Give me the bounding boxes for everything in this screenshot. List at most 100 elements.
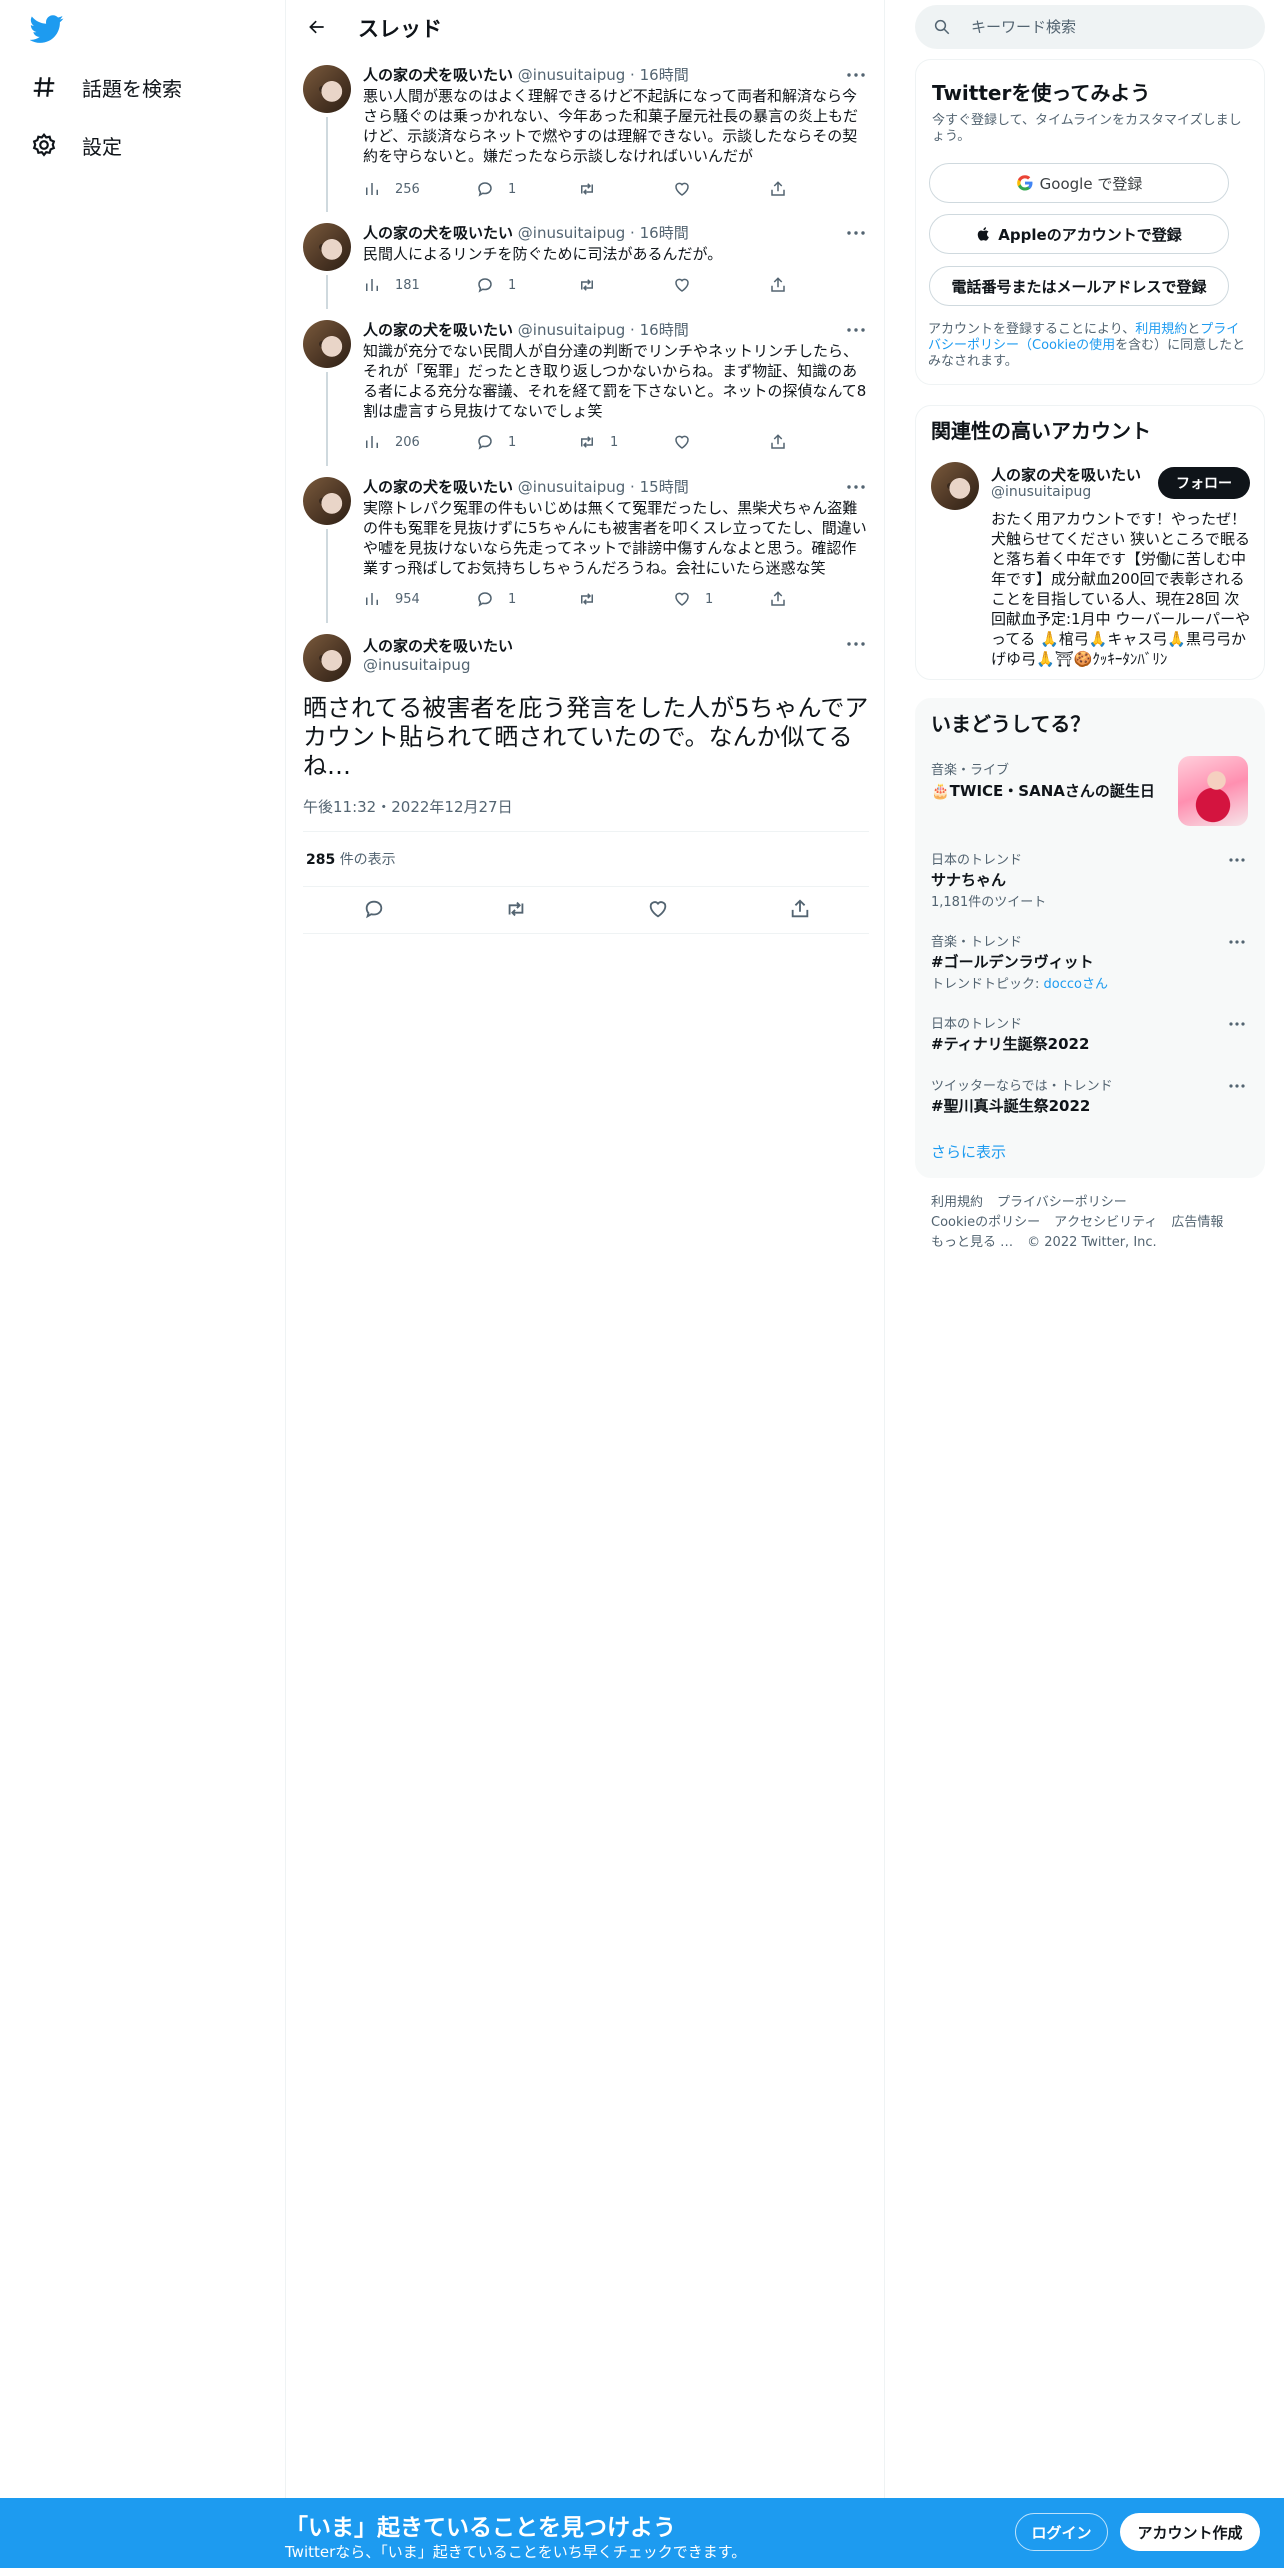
trend-item[interactable]: 日本のトレンド #ティナリ生誕祭2022: [915, 1005, 1265, 1061]
share-button[interactable]: [769, 177, 787, 201]
reply-button[interactable]: 1: [476, 587, 516, 611]
tweet-text: 民間人によるリンチを防ぐために司法があるんだが。: [363, 245, 723, 263]
like-button[interactable]: 1: [673, 587, 713, 611]
reply-button[interactable]: [363, 897, 385, 921]
footer-link[interactable]: プライバシーポリシー: [997, 1195, 1127, 1210]
trend-name: 🎂TWICE・SANAさんの誕生日: [931, 782, 1155, 800]
avatar[interactable]: [303, 477, 351, 525]
reply-button[interactable]: 1: [476, 430, 516, 454]
author-handle[interactable]: @inusuitaipug: [518, 224, 625, 242]
thread-tweet[interactable]: 人の家の犬を吸いたい @inusuitaipug · 16時間 知識が充分でない…: [286, 307, 886, 466]
more-options-icon[interactable]: [1225, 1016, 1249, 1032]
nav-explore[interactable]: 話題を検索: [30, 65, 182, 109]
footer-link[interactable]: Cookieのポリシー: [931, 1215, 1040, 1230]
banner-subtitle: Twitterなら、「いま」起きていることをいち早くチェックできます。: [285, 2543, 747, 2561]
tweet-time[interactable]: 16時間: [640, 66, 689, 84]
avatar[interactable]: [931, 462, 979, 510]
avatar[interactable]: [303, 320, 351, 368]
trend-item[interactable]: 音楽・トレンド #ゴールデンラヴィット トレンドトピック: doccoさん: [915, 923, 1265, 993]
trend-item[interactable]: ツイッターならでは・トレンド #聖川真斗誕生祭2022: [915, 1067, 1265, 1123]
author-handle[interactable]: @inusuitaipug: [518, 321, 625, 339]
share-button[interactable]: [789, 897, 811, 921]
author-name[interactable]: 人の家の犬を吸いたい: [363, 321, 513, 339]
retweet-button[interactable]: 1: [578, 430, 618, 454]
retweet-button[interactable]: [578, 273, 596, 297]
retweet-button[interactable]: [578, 177, 596, 201]
tweet-text: 実際トレパク冤罪の件もいじめは無くて冤罪だったし、黒柴犬ちゃん盗難の件も冤罪を見…: [363, 499, 867, 577]
nav-settings[interactable]: 設定: [30, 123, 122, 167]
back-button[interactable]: [300, 10, 334, 44]
more-options-icon[interactable]: [842, 477, 870, 497]
trend-category: 日本のトレンド: [931, 1017, 1023, 1032]
views-button[interactable]: 256: [363, 177, 420, 201]
reply-button[interactable]: 1: [476, 177, 516, 201]
share-icon: [771, 277, 785, 292]
views-count: 181: [395, 277, 420, 293]
login-button[interactable]: ログイン: [1015, 2513, 1108, 2551]
tweet-time[interactable]: 16時間: [640, 321, 689, 339]
more-options-icon[interactable]: [842, 320, 870, 340]
signup-title: Twitterを使ってみよう: [932, 81, 1151, 105]
create-account-button[interactable]: アカウント作成: [1120, 2513, 1260, 2551]
retweet-button[interactable]: [505, 897, 527, 921]
footer-link[interactable]: もっと見る …: [931, 1235, 1013, 1250]
author-name[interactable]: 人の家の犬を吸いたい: [363, 478, 513, 496]
footer-link[interactable]: アクセシビリティ: [1054, 1215, 1157, 1230]
follow-button[interactable]: フォロー: [1158, 467, 1250, 499]
like-button[interactable]: [647, 897, 669, 921]
avatar[interactable]: [303, 634, 351, 682]
more-options-icon[interactable]: [842, 634, 870, 654]
trend-topic: トレンドトピック: doccoさん: [931, 977, 1108, 992]
author-name[interactable]: 人の家の犬を吸いたい: [363, 66, 513, 84]
footer-link[interactable]: 利用規約: [931, 1195, 983, 1210]
author-name[interactable]: 人の家の犬を吸いたい: [363, 224, 513, 242]
more-options-icon[interactable]: [1225, 852, 1249, 868]
apple-signup-button[interactable]: Appleのアカウントで登録: [929, 214, 1229, 254]
google-signup-button[interactable]: Google で登録: [929, 163, 1229, 203]
phone-email-signup-button[interactable]: 電話番号またはメールアドレスで登録: [929, 266, 1229, 306]
tweet-time[interactable]: 16時間: [640, 224, 689, 242]
related-account-name[interactable]: 人の家の犬を吸いたい: [991, 464, 1141, 485]
views-button[interactable]: 206: [363, 430, 420, 454]
thread-tweet[interactable]: 人の家の犬を吸いたい @inusuitaipug · 16時間 民間人によるリン…: [286, 210, 886, 309]
views-button[interactable]: 181: [363, 273, 420, 297]
share-button[interactable]: [769, 273, 787, 297]
tweet-timestamp[interactable]: 午後11:32・2022年12月27日: [303, 796, 513, 817]
show-more-link[interactable]: さらに表示: [931, 1141, 1006, 1162]
author-handle[interactable]: @inusuitaipug: [518, 66, 625, 84]
search-icon: [934, 19, 950, 35]
tweet-actions: 954 1 1: [363, 587, 793, 611]
author-handle[interactable]: @inusuitaipug: [518, 478, 625, 496]
author-name[interactable]: 人の家の犬を吸いたい: [363, 637, 513, 655]
views-summary: 285 件の表示: [306, 849, 396, 869]
more-options-icon[interactable]: [1225, 934, 1249, 950]
search-input[interactable]: [971, 18, 1231, 36]
like-button[interactable]: [673, 430, 691, 454]
reply-button[interactable]: 1: [476, 273, 516, 297]
trend-topic-link[interactable]: doccoさん: [1044, 977, 1108, 992]
avatar[interactable]: [303, 65, 351, 113]
focused-tweet: 人の家の犬を吸いたい @inusuitaipug: [286, 621, 886, 941]
trend-item[interactable]: 日本のトレンド サナちゃん 1,181件のツイート: [915, 841, 1265, 911]
terms-link[interactable]: 利用規約: [1135, 322, 1187, 337]
like-button[interactable]: [673, 273, 691, 297]
author-handle[interactable]: @inusuitaipug: [363, 656, 470, 674]
more-options-icon[interactable]: [1225, 1078, 1249, 1094]
like-button[interactable]: [673, 177, 691, 201]
related-account-handle[interactable]: @inusuitaipug: [991, 484, 1091, 500]
twitter-bird-icon[interactable]: [29, 12, 66, 48]
more-options-icon[interactable]: [842, 223, 870, 243]
share-button[interactable]: [769, 587, 787, 611]
thread-tweet[interactable]: 人の家の犬を吸いたい @inusuitaipug · 15時間 実際トレパク冤罪…: [286, 464, 886, 623]
avatar[interactable]: [303, 223, 351, 271]
footer-link[interactable]: 広告情報: [1171, 1215, 1223, 1230]
thread-tweet[interactable]: 人の家の犬を吸いたい @inusuitaipug · 16時間 悪い人間が悪なの…: [286, 53, 886, 212]
tweet-time[interactable]: 15時間: [640, 478, 689, 496]
search-bar[interactable]: [915, 5, 1265, 49]
more-options-icon[interactable]: [842, 65, 870, 85]
trend-name: #ゴールデンラヴィット: [931, 953, 1094, 971]
share-button[interactable]: [769, 430, 787, 454]
retweet-button[interactable]: [578, 587, 596, 611]
views-button[interactable]: 954: [363, 587, 420, 611]
thread-connector: [326, 529, 328, 623]
